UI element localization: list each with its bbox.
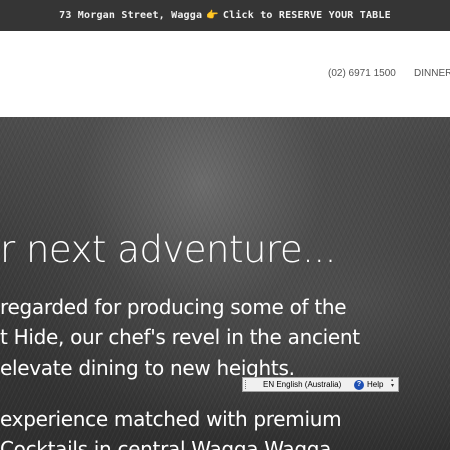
nav-dinner-menu-link[interactable]: DINNER M: [414, 68, 450, 79]
help-button[interactable]: Help: [367, 380, 383, 389]
site-header: (02) 6971 1500 DINNER M: [0, 31, 450, 117]
hero-text-line: Cocktails in central Wagga Wagga.: [0, 437, 338, 450]
grip-icon[interactable]: [245, 380, 249, 389]
hero-text-line: regarded for producing some of the: [0, 295, 347, 319]
help-icon[interactable]: ?: [354, 380, 364, 390]
options-icon[interactable]: ▪ ▾: [391, 378, 397, 390]
pointing-hand-icon: 👉: [206, 10, 219, 21]
hero-background-image: [0, 117, 450, 450]
hero-heading: r next adventure...: [0, 228, 336, 271]
page: 73 Morgan Street, Wagga 👉 Click to RESER…: [0, 0, 450, 450]
hero-section: r next adventure... regarded for produci…: [0, 117, 450, 450]
announcement-bar[interactable]: 73 Morgan Street, Wagga 👉 Click to RESER…: [0, 0, 450, 31]
nav-phone-link[interactable]: (02) 6971 1500: [328, 68, 396, 79]
hero-text-line: experience matched with premium: [0, 407, 342, 431]
announcement-address: 73 Morgan Street, Wagga: [59, 10, 203, 21]
reserve-table-link[interactable]: Click to RESERVE YOUR TABLE: [223, 10, 391, 21]
language-bar[interactable]: EN English (Australia) ? Help ▪ ▾: [242, 377, 399, 392]
language-selector[interactable]: EN English (Australia): [263, 380, 341, 389]
hero-text-line: t Hide, our chef's revel in the ancient: [0, 325, 360, 349]
